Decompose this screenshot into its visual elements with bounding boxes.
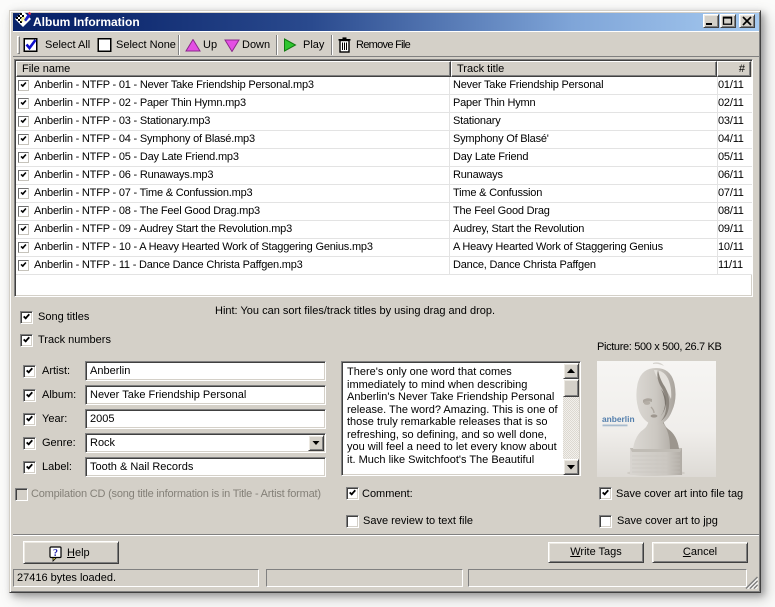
svg-text:anberlin: anberlin	[602, 414, 635, 424]
svg-text:?: ?	[53, 548, 58, 559]
